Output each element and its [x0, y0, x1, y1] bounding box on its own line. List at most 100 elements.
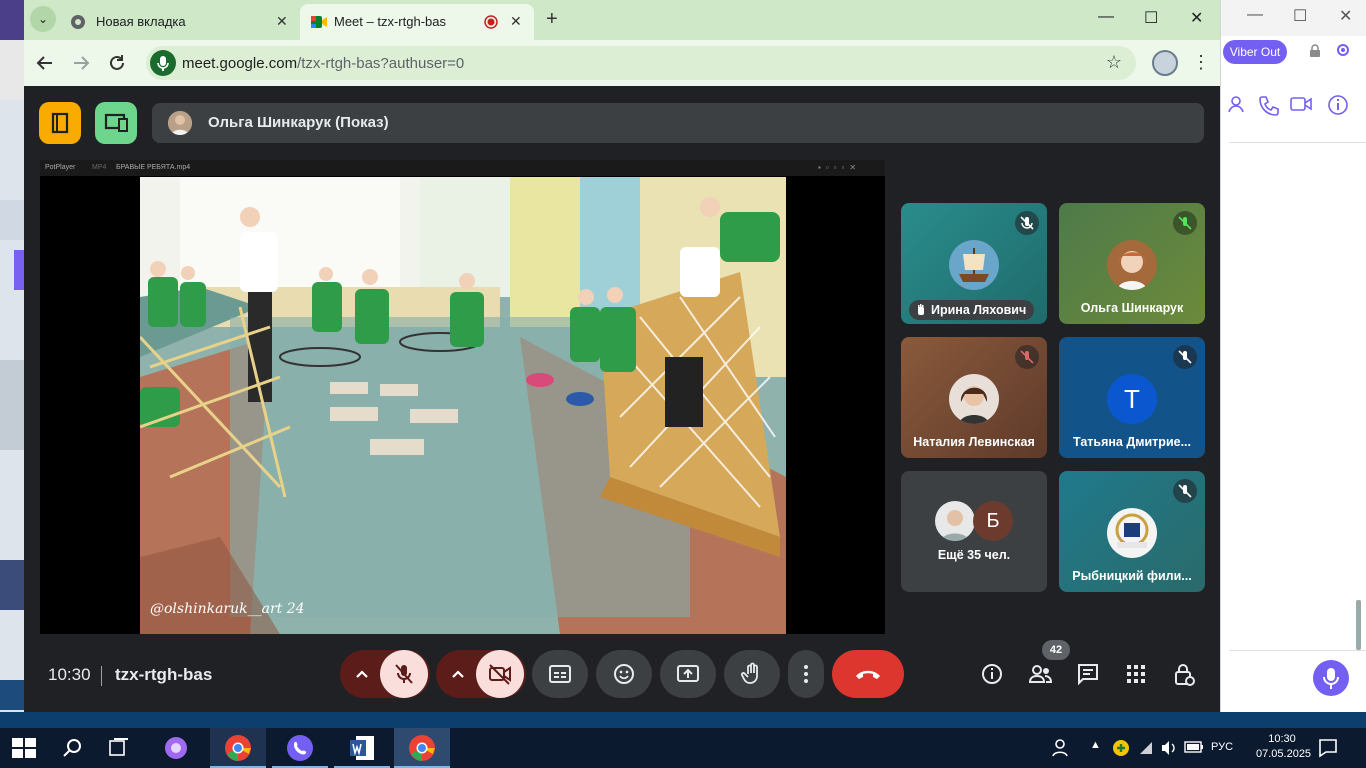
volume-icon[interactable]	[1160, 739, 1178, 757]
tab-title: Новая вкладка	[96, 14, 186, 29]
microphone-toggle-button[interactable]	[380, 650, 428, 698]
windows-taskbar: ▲ РУС 10:30 07.05.2025	[0, 728, 1366, 768]
back-icon[interactable]	[36, 54, 54, 72]
participant-tile[interactable]: Рыбницкий фили...	[1059, 471, 1205, 592]
participant-tile[interactable]: Ирина Ляхович	[901, 203, 1047, 324]
viber-out-button[interactable]: Viber Out	[1223, 40, 1287, 64]
close-icon[interactable]: ✕	[1190, 8, 1203, 28]
player-window-controls[interactable]: ▪▫▫▫✕	[818, 163, 861, 172]
hand-icon	[918, 304, 924, 315]
camera-toggle-button[interactable]	[476, 650, 524, 698]
tray-overflow-icon[interactable]: ▲	[1090, 739, 1101, 751]
raise-hand-button[interactable]	[724, 650, 780, 698]
maximize-icon[interactable]: ☐	[1144, 8, 1158, 28]
new-tab-button[interactable]: +	[546, 8, 558, 31]
tab-search-button[interactable]: ⌄	[30, 6, 56, 32]
task-view-icon[interactable]	[108, 738, 130, 758]
wifi-icon[interactable]	[1138, 740, 1154, 756]
kaspersky-icon[interactable]	[1112, 739, 1130, 757]
tab-new-tab[interactable]: Новая вкладка ✕	[58, 4, 298, 40]
system-time: 10:30	[1268, 733, 1296, 745]
video-call-icon[interactable]	[1289, 94, 1313, 114]
meeting-clock: 10:30	[48, 665, 91, 684]
devices-icon	[104, 113, 128, 132]
url-path: /tzx-rtgh-bas?authuser=0	[297, 55, 465, 72]
more-participants-tile[interactable]: Б Ещё 35 чел.	[901, 471, 1047, 592]
participant-tile[interactable]: Ольга Шинкарук	[1059, 203, 1205, 324]
companion-mode-button[interactable]	[95, 102, 137, 144]
viber-icon	[287, 735, 313, 761]
leave-call-button[interactable]	[832, 650, 904, 698]
info-icon[interactable]	[980, 662, 1004, 686]
system-date: 07.05.2025	[1256, 748, 1312, 760]
notifications-icon[interactable]	[1318, 738, 1338, 758]
viber-voice-button[interactable]	[1313, 660, 1349, 696]
captions-button[interactable]	[532, 650, 588, 698]
maximize-icon[interactable]: ☐	[1293, 6, 1307, 26]
muted-mic-icon	[1015, 211, 1039, 235]
cortana-icon[interactable]	[164, 736, 188, 760]
video-watermark: @olshinkaruk__art 24	[150, 601, 305, 617]
windows-start-icon[interactable]	[12, 738, 36, 758]
camera-off-icon	[489, 664, 511, 685]
close-icon[interactable]: ✕	[1339, 6, 1352, 26]
minimize-icon[interactable]: —	[1098, 8, 1114, 26]
taskbar-viber[interactable]	[272, 728, 328, 768]
reload-icon[interactable]	[108, 54, 126, 72]
participant-name-text: Ирина Ляхович	[931, 303, 1027, 317]
participant-count-badge: 42	[1042, 640, 1070, 660]
search-icon[interactable]	[62, 738, 82, 758]
close-tab-icon[interactable]: ✕	[276, 13, 288, 30]
add-contact-icon[interactable]	[1225, 94, 1245, 114]
avatar-initial: Б	[973, 501, 1013, 541]
participant-name: Ирина Ляхович	[909, 300, 1035, 320]
apps-icon[interactable]	[1124, 662, 1148, 686]
desktop-strip	[0, 712, 1366, 728]
minimize-icon[interactable]: —	[1247, 6, 1263, 24]
call-icon[interactable]	[1257, 94, 1279, 116]
more-options-button[interactable]	[788, 650, 824, 698]
browser-menu-icon[interactable]: ⋮	[1192, 52, 1210, 73]
taskbar-chrome[interactable]	[210, 728, 266, 768]
forward-icon[interactable]	[72, 54, 90, 72]
people-icon[interactable]	[1028, 662, 1054, 686]
host-controls-icon[interactable]	[1172, 662, 1196, 688]
chat-icon[interactable]	[1076, 662, 1100, 686]
settings-icon[interactable]	[1335, 42, 1351, 58]
avatar	[935, 501, 975, 541]
avatar	[1107, 508, 1157, 558]
avatar	[168, 111, 192, 135]
chevron-up-icon	[356, 670, 368, 678]
viber-scrollbar[interactable]	[1356, 600, 1361, 650]
url-host: meet.google.com	[182, 55, 298, 72]
browser-toolbar: meet.google.com/tzx-rtgh-bas?authuser=0 …	[24, 40, 1220, 86]
taskbar-word[interactable]	[334, 728, 390, 768]
info-icon[interactable]	[1327, 94, 1349, 116]
muted-mic-icon	[1015, 345, 1039, 369]
player-format: MP4	[92, 164, 107, 171]
tab-meet[interactable]: Meet – tzx-rtgh-bas ✕	[300, 4, 534, 40]
lock-icon	[1310, 44, 1320, 57]
participant-name: Ольга Шинкарук	[1080, 301, 1184, 315]
people-icon[interactable]	[1052, 738, 1072, 758]
meet-layout-button[interactable]	[39, 102, 81, 144]
battery-icon[interactable]	[1184, 740, 1204, 754]
input-language[interactable]: РУС	[1211, 741, 1233, 753]
player-app-name: PotPlayer	[45, 164, 76, 171]
profile-avatar[interactable]	[1152, 50, 1178, 76]
participant-tile[interactable]: Т Татьяна Дмитрие...	[1059, 337, 1205, 458]
avatar	[1107, 240, 1157, 290]
close-tab-icon[interactable]: ✕	[510, 13, 522, 30]
system-clock[interactable]: 10:30 07.05.2025	[1256, 732, 1312, 762]
reactions-button[interactable]	[596, 650, 652, 698]
taskbar-chrome-2[interactable]	[394, 728, 450, 768]
avatar	[949, 374, 999, 424]
participant-tile[interactable]: Наталия Левинская	[901, 337, 1047, 458]
divider	[1229, 650, 1366, 651]
present-screen-button[interactable]	[660, 650, 716, 698]
presenter-name: Ольга Шинкарук (Показ)	[208, 114, 389, 131]
bookmark-star-icon[interactable]: ☆	[1106, 52, 1122, 73]
site-mic-indicator[interactable]	[150, 50, 176, 76]
divider	[1229, 142, 1366, 143]
address-bar[interactable]: meet.google.com/tzx-rtgh-bas?authuser=0 …	[146, 46, 1136, 80]
